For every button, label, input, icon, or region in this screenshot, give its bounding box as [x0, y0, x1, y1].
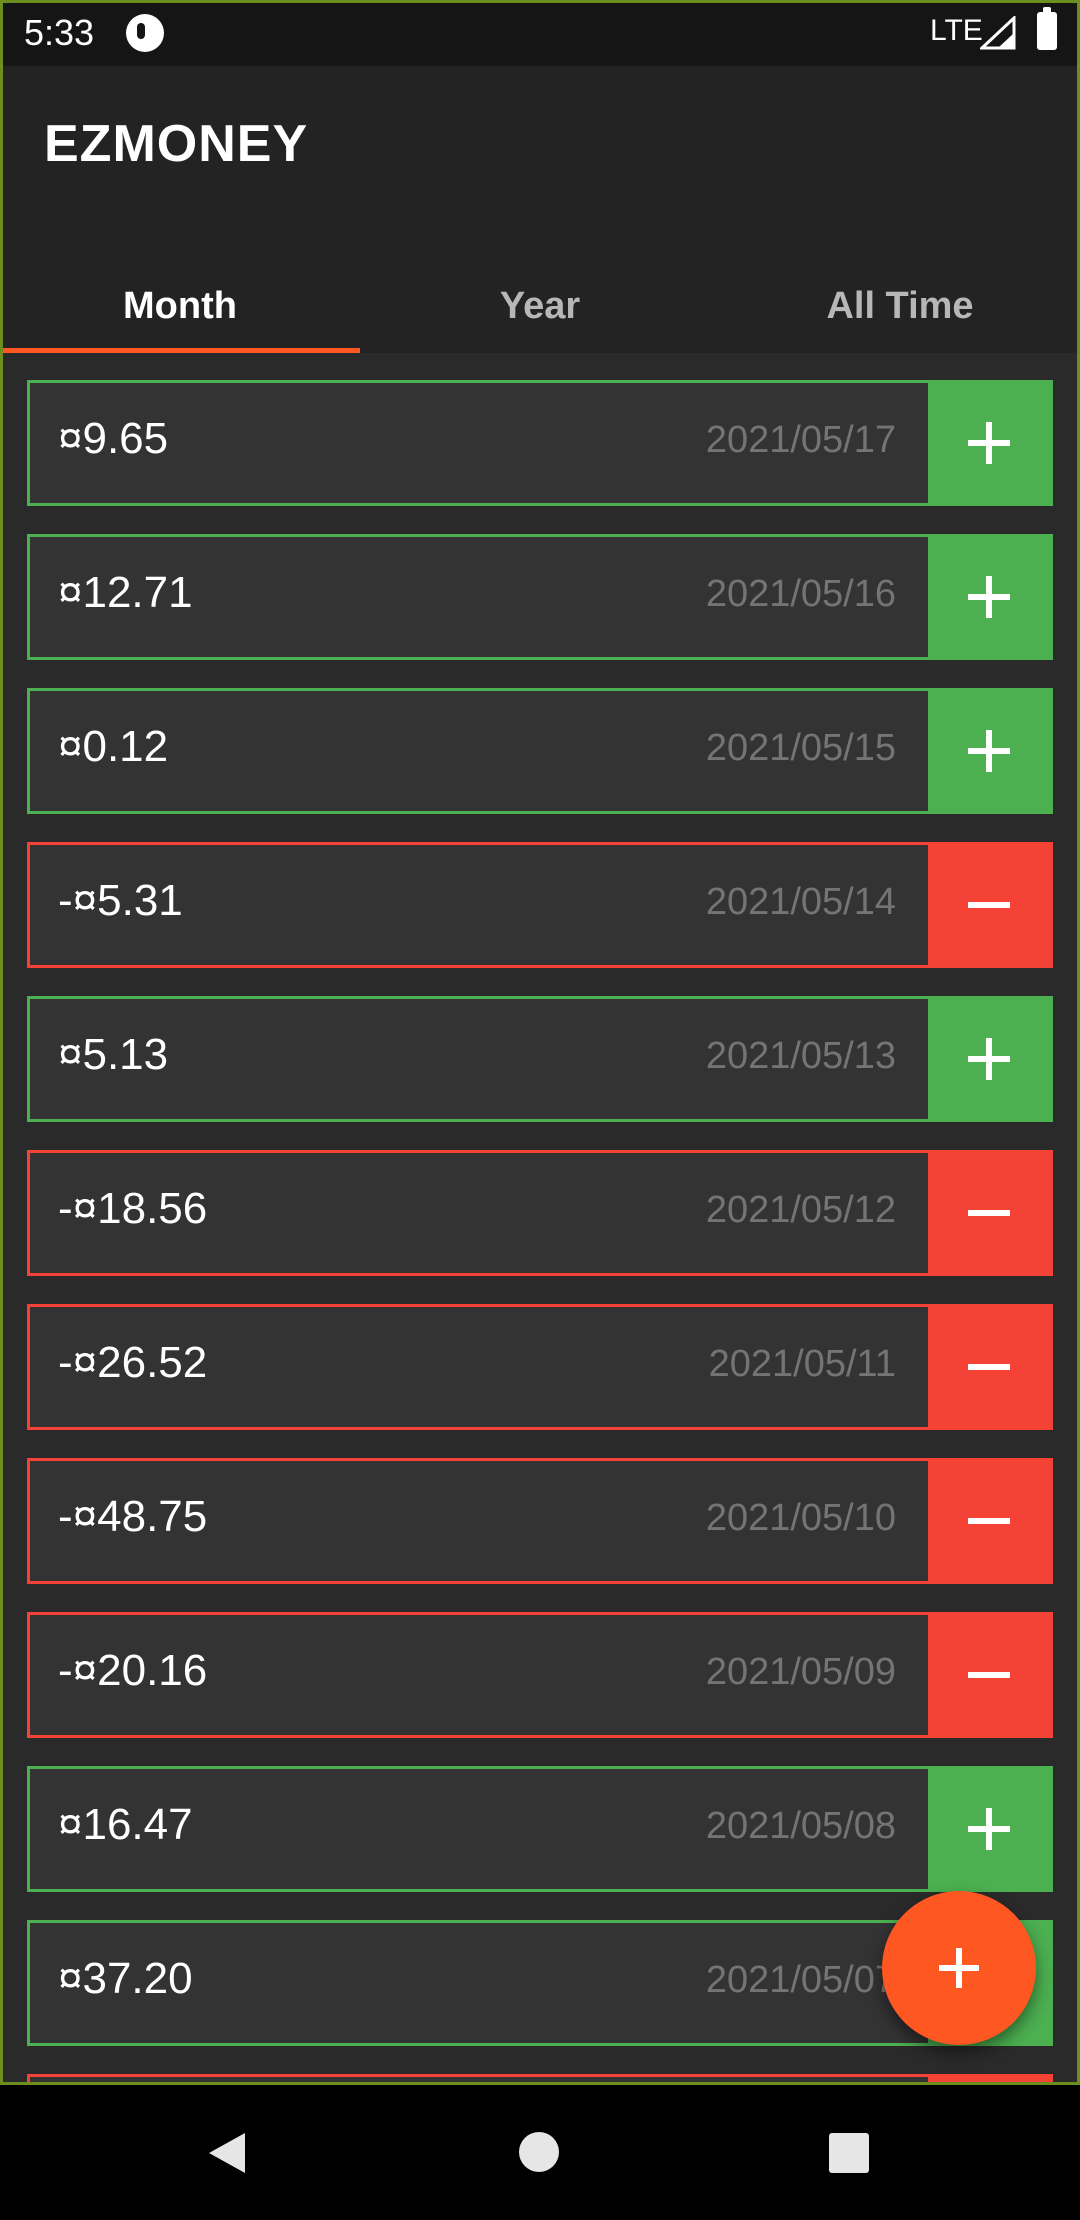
plus-icon — [939, 1948, 979, 1988]
plus-icon — [968, 576, 1010, 618]
transaction-date: 2021/05/12 — [705, 1189, 896, 1231]
transaction-amount: -¤5.31 — [58, 876, 183, 925]
tab-bar: Month Year All Time — [0, 276, 1080, 353]
transaction-date: 2021/05/09 — [705, 1651, 896, 1693]
transaction-amount: -¤18.56 — [58, 1184, 208, 1233]
income-button[interactable] — [928, 691, 1050, 811]
transaction-card[interactable]: ¤16.47 2021/05/08 — [27, 1766, 1053, 1892]
expense-button[interactable] — [928, 1153, 1050, 1273]
transaction-amount: ¤5.13 — [58, 1030, 169, 1079]
transaction-card[interactable]: -¤18.56 2021/05/12 — [27, 1150, 1053, 1276]
transaction-amount: ¤16.47 — [58, 1800, 193, 1849]
transaction-amount: -¤20.16 — [58, 1646, 208, 1695]
plus-icon — [968, 1038, 1010, 1080]
minus-icon — [968, 1192, 1010, 1234]
transaction-amount: -¤48.75 — [58, 1492, 208, 1541]
transaction-card[interactable]: -¤5.31 2021/05/14 — [27, 842, 1053, 968]
plus-icon — [968, 422, 1010, 464]
app-title: EZMONEY — [44, 115, 309, 173]
tab-month[interactable]: Month — [0, 276, 360, 353]
battery-icon — [1037, 7, 1057, 50]
transaction-date: 2021/05/08 — [705, 1805, 896, 1847]
transaction-card[interactable]: -¤26.52 2021/05/11 — [27, 1304, 1053, 1430]
minus-icon — [968, 1500, 1010, 1542]
transaction-amount: -¤26.52 — [58, 1338, 208, 1387]
transaction-date: 2021/05/14 — [705, 881, 896, 923]
income-button[interactable] — [928, 537, 1050, 657]
tab-all-time[interactable]: All Time — [720, 276, 1080, 353]
signal-icon — [980, 16, 1016, 50]
expense-button[interactable] — [928, 1615, 1050, 1735]
transaction-date: 2021/05/16 — [705, 573, 896, 615]
expense-button[interactable] — [928, 845, 1050, 965]
status-bar: 5:33 LTE — [0, 0, 1080, 66]
transaction-amount: ¤9.65 — [58, 414, 169, 463]
transaction-card[interactable]: -¤48.75 2021/05/10 — [27, 1458, 1053, 1584]
expense-button[interactable] — [928, 1307, 1050, 1427]
transaction-date: 2021/05/11 — [708, 1343, 896, 1385]
income-button[interactable] — [928, 999, 1050, 1119]
transaction-date: 2021/05/15 — [705, 727, 896, 769]
income-button[interactable] — [928, 1769, 1050, 1889]
transaction-card[interactable]: ¤9.65 2021/05/17 — [27, 380, 1053, 506]
tab-year[interactable]: Year — [360, 276, 720, 353]
recents-icon[interactable] — [829, 2133, 869, 2173]
navigation-bar — [0, 2085, 1080, 2220]
add-transaction-button[interactable] — [882, 1891, 1036, 2045]
transaction-date: 2021/05/07 — [705, 1959, 896, 2001]
transaction-card[interactable]: ¤12.71 2021/05/16 — [27, 534, 1053, 660]
transaction-card[interactable]: -¤20.16 2021/05/09 — [27, 1612, 1053, 1738]
transaction-amount: ¤0.12 — [58, 722, 169, 771]
notification-app-icon — [126, 14, 164, 52]
back-icon[interactable] — [205, 2131, 247, 2175]
network-type: LTE — [930, 14, 983, 47]
transaction-card-partial[interactable] — [27, 2074, 1053, 2085]
income-button[interactable] — [928, 383, 1050, 503]
plus-icon — [968, 1808, 1010, 1850]
transaction-amount: ¤12.71 — [58, 568, 193, 617]
expense-button[interactable] — [928, 2077, 1050, 2085]
home-icon[interactable] — [519, 2132, 559, 2172]
transaction-date: 2021/05/10 — [705, 1497, 896, 1539]
status-time: 5:33 — [24, 12, 95, 53]
app-bar: EZMONEY Month Year All Time — [0, 66, 1080, 353]
transaction-amount: ¤37.20 — [58, 1954, 193, 2003]
expense-button[interactable] — [928, 1461, 1050, 1581]
transaction-list[interactable]: ¤9.65 2021/05/17 ¤12.71 2021/05/16 ¤0.12… — [0, 353, 1080, 2085]
transaction-date: 2021/05/17 — [705, 419, 896, 461]
transaction-card[interactable]: ¤0.12 2021/05/15 — [27, 688, 1053, 814]
plus-icon — [968, 730, 1010, 772]
minus-icon — [968, 884, 1010, 926]
minus-icon — [968, 1654, 1010, 1696]
transaction-date: 2021/05/13 — [705, 1035, 896, 1077]
transaction-card[interactable]: ¤5.13 2021/05/13 — [27, 996, 1053, 1122]
minus-icon — [968, 1346, 1010, 1388]
